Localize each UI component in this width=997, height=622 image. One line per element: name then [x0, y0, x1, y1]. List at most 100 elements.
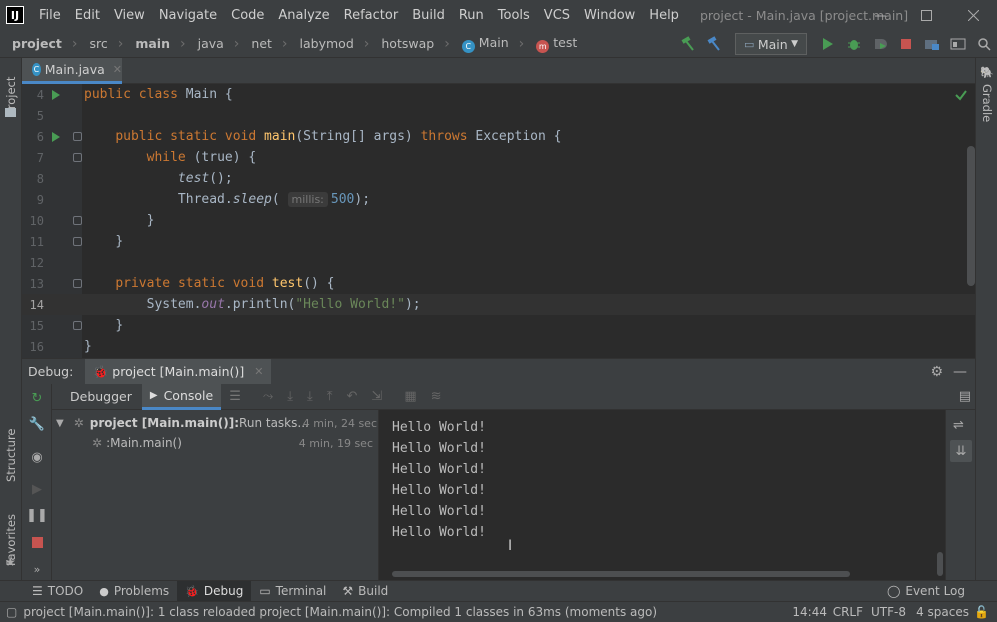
debug-button[interactable]	[841, 33, 867, 55]
fold-icon[interactable]	[73, 132, 82, 141]
menu-analyze[interactable]: Analyze	[271, 8, 336, 23]
run-configuration-select[interactable]: ▭ Main ▼	[735, 33, 807, 55]
show-execution-point-icon[interactable]: ⤳	[263, 389, 273, 404]
tab-console[interactable]: ▶ Console	[141, 383, 222, 410]
menu-build[interactable]: Build	[405, 8, 452, 23]
tab-debugger[interactable]: Debugger	[60, 389, 142, 404]
tree-item-session[interactable]: ▼ ✲ project [Main.main()]: Run tasks... …	[56, 413, 381, 433]
tool-event-log[interactable]: ◯ Event Log	[879, 581, 973, 602]
fold-icon[interactable]	[73, 321, 82, 330]
menu-icon[interactable]: ☰	[229, 389, 241, 404]
code-line[interactable]: 8 test();	[22, 168, 975, 189]
rerun-icon[interactable]: ↻	[28, 389, 46, 407]
menu-help[interactable]: Help	[642, 8, 686, 23]
drop-frame-icon[interactable]: ↶	[347, 389, 358, 404]
stop-button[interactable]	[893, 33, 919, 55]
search-everywhere-button[interactable]	[971, 33, 997, 55]
console-hscrollbar[interactable]	[392, 571, 850, 577]
code-line[interactable]: 7 while (true) {	[22, 147, 975, 168]
project-structure-button[interactable]	[919, 33, 945, 55]
code-line-current[interactable]: 14 System.out.println("Hello World!");	[22, 294, 975, 315]
breadcrumb-project[interactable]: project	[0, 36, 62, 51]
menu-code[interactable]: Code	[224, 8, 271, 23]
breadcrumb-labymod[interactable]: labymod	[288, 36, 354, 51]
code-line[interactable]: 10 }	[22, 210, 975, 231]
tool-terminal[interactable]: ▭ Terminal	[251, 581, 334, 602]
menu-run[interactable]: Run	[452, 8, 491, 23]
breadcrumb-hotswap[interactable]: hotswap	[369, 36, 434, 51]
trace-icon[interactable]: ≋	[431, 389, 442, 404]
tab-main-java[interactable]: C Main.java ✕	[22, 58, 122, 84]
minimize-button[interactable]	[857, 0, 903, 30]
line-separator[interactable]: CRLF	[833, 605, 863, 619]
breadcrumb-method-test[interactable]: m test	[524, 35, 577, 53]
fold-icon[interactable]	[73, 216, 82, 225]
tool-debug[interactable]: 🐞 Debug	[177, 580, 252, 602]
build-options-button[interactable]	[701, 33, 727, 55]
close-window-button[interactable]	[950, 0, 996, 30]
build-project-button[interactable]	[675, 33, 701, 55]
code-line[interactable]: 16 }	[22, 336, 975, 357]
fold-icon[interactable]	[73, 279, 82, 288]
indent-settings[interactable]: 4 spaces	[916, 605, 969, 619]
editor-scrollbar[interactable]	[967, 146, 975, 286]
menu-view[interactable]: View	[107, 8, 152, 23]
code-line[interactable]: 6 public static void main(String[] args)…	[22, 126, 975, 147]
code-line[interactable]: 5	[22, 105, 975, 126]
lock-icon[interactable]: 🔓	[974, 605, 989, 619]
menu-edit[interactable]: Edit	[68, 8, 107, 23]
stop-debug-button[interactable]	[28, 533, 46, 551]
more-icon[interactable]: »	[28, 560, 46, 578]
pause-icon[interactable]: ❚❚	[26, 506, 48, 524]
file-encoding[interactable]: UTF-8	[871, 605, 906, 619]
resume-icon[interactable]: ▶	[28, 480, 46, 498]
run-button[interactable]	[815, 33, 841, 55]
gear-icon[interactable]: ⚙	[930, 364, 943, 380]
status-message[interactable]: project [Main.main()]: 1 class reloaded …	[23, 605, 657, 619]
code-line[interactable]: 13 private static void test() {	[22, 273, 975, 294]
step-into-icon[interactable]: ⤓	[307, 389, 313, 404]
code-line[interactable]: 15 }	[22, 315, 975, 336]
code-line[interactable]: 12	[22, 252, 975, 273]
breadcrumb-net[interactable]: net	[239, 36, 272, 51]
menu-window[interactable]: Window	[577, 8, 642, 23]
code-editor[interactable]: 4 public class Main { 5 6 public static …	[22, 84, 975, 358]
wrench-icon[interactable]: 🔧	[28, 415, 46, 433]
eye-icon[interactable]: ◉	[28, 448, 46, 466]
menu-vcs[interactable]: VCS	[537, 8, 577, 23]
caret-position[interactable]: 14:44	[792, 605, 827, 619]
breadcrumb-main[interactable]: main	[123, 36, 170, 51]
fold-icon[interactable]	[73, 153, 82, 162]
code-line[interactable]: 4 public class Main {	[22, 84, 975, 105]
run-gutter-icon[interactable]	[52, 90, 60, 100]
close-tab-icon[interactable]: ✕	[254, 365, 263, 378]
soft-wrap-icon[interactable]: ⇌	[953, 418, 964, 433]
tool-build[interactable]: ⚒ Build	[334, 581, 396, 602]
debug-session-tab[interactable]: 🐞 project [Main.main()] ✕	[85, 358, 272, 385]
run-gutter-icon[interactable]	[52, 132, 60, 142]
debug-console[interactable]: Hello World! Hello World! Hello World! H…	[380, 410, 945, 580]
close-tab-icon[interactable]: ✕	[113, 63, 122, 76]
structure-tool-button[interactable]: Structure	[4, 420, 18, 483]
tool-problems[interactable]: ● Problems	[91, 581, 177, 602]
code-line[interactable]: 9 Thread.sleep( millis: 500);	[22, 189, 975, 210]
menu-file[interactable]: File	[32, 8, 68, 23]
layout-icon[interactable]: ▤	[959, 389, 971, 404]
breadcrumb-java[interactable]: java	[186, 36, 224, 51]
scroll-to-end-icon[interactable]: ⇊	[950, 440, 972, 462]
step-over-icon[interactable]: ⤓	[287, 389, 293, 404]
maximize-button[interactable]	[903, 0, 949, 30]
run-with-coverage-button[interactable]	[867, 33, 893, 55]
tree-item-main[interactable]: ✲ :Main.main() 4 min, 19 sec	[92, 433, 377, 453]
fold-icon[interactable]	[73, 237, 82, 246]
hide-panel-icon[interactable]: —	[953, 364, 967, 380]
menu-navigate[interactable]: Navigate	[152, 8, 224, 23]
menu-tools[interactable]: Tools	[491, 8, 537, 23]
chevron-down-icon[interactable]: ▼	[56, 418, 64, 429]
run-to-cursor-icon[interactable]: ⇲	[371, 389, 382, 404]
breadcrumb-class-main[interactable]: C Main	[450, 35, 509, 53]
menu-refactor[interactable]: Refactor	[337, 8, 406, 23]
step-out-icon[interactable]: ⤒	[327, 389, 333, 404]
console-vscrollbar[interactable]	[937, 552, 943, 576]
status-toggle-icon[interactable]: ▢	[0, 605, 23, 619]
